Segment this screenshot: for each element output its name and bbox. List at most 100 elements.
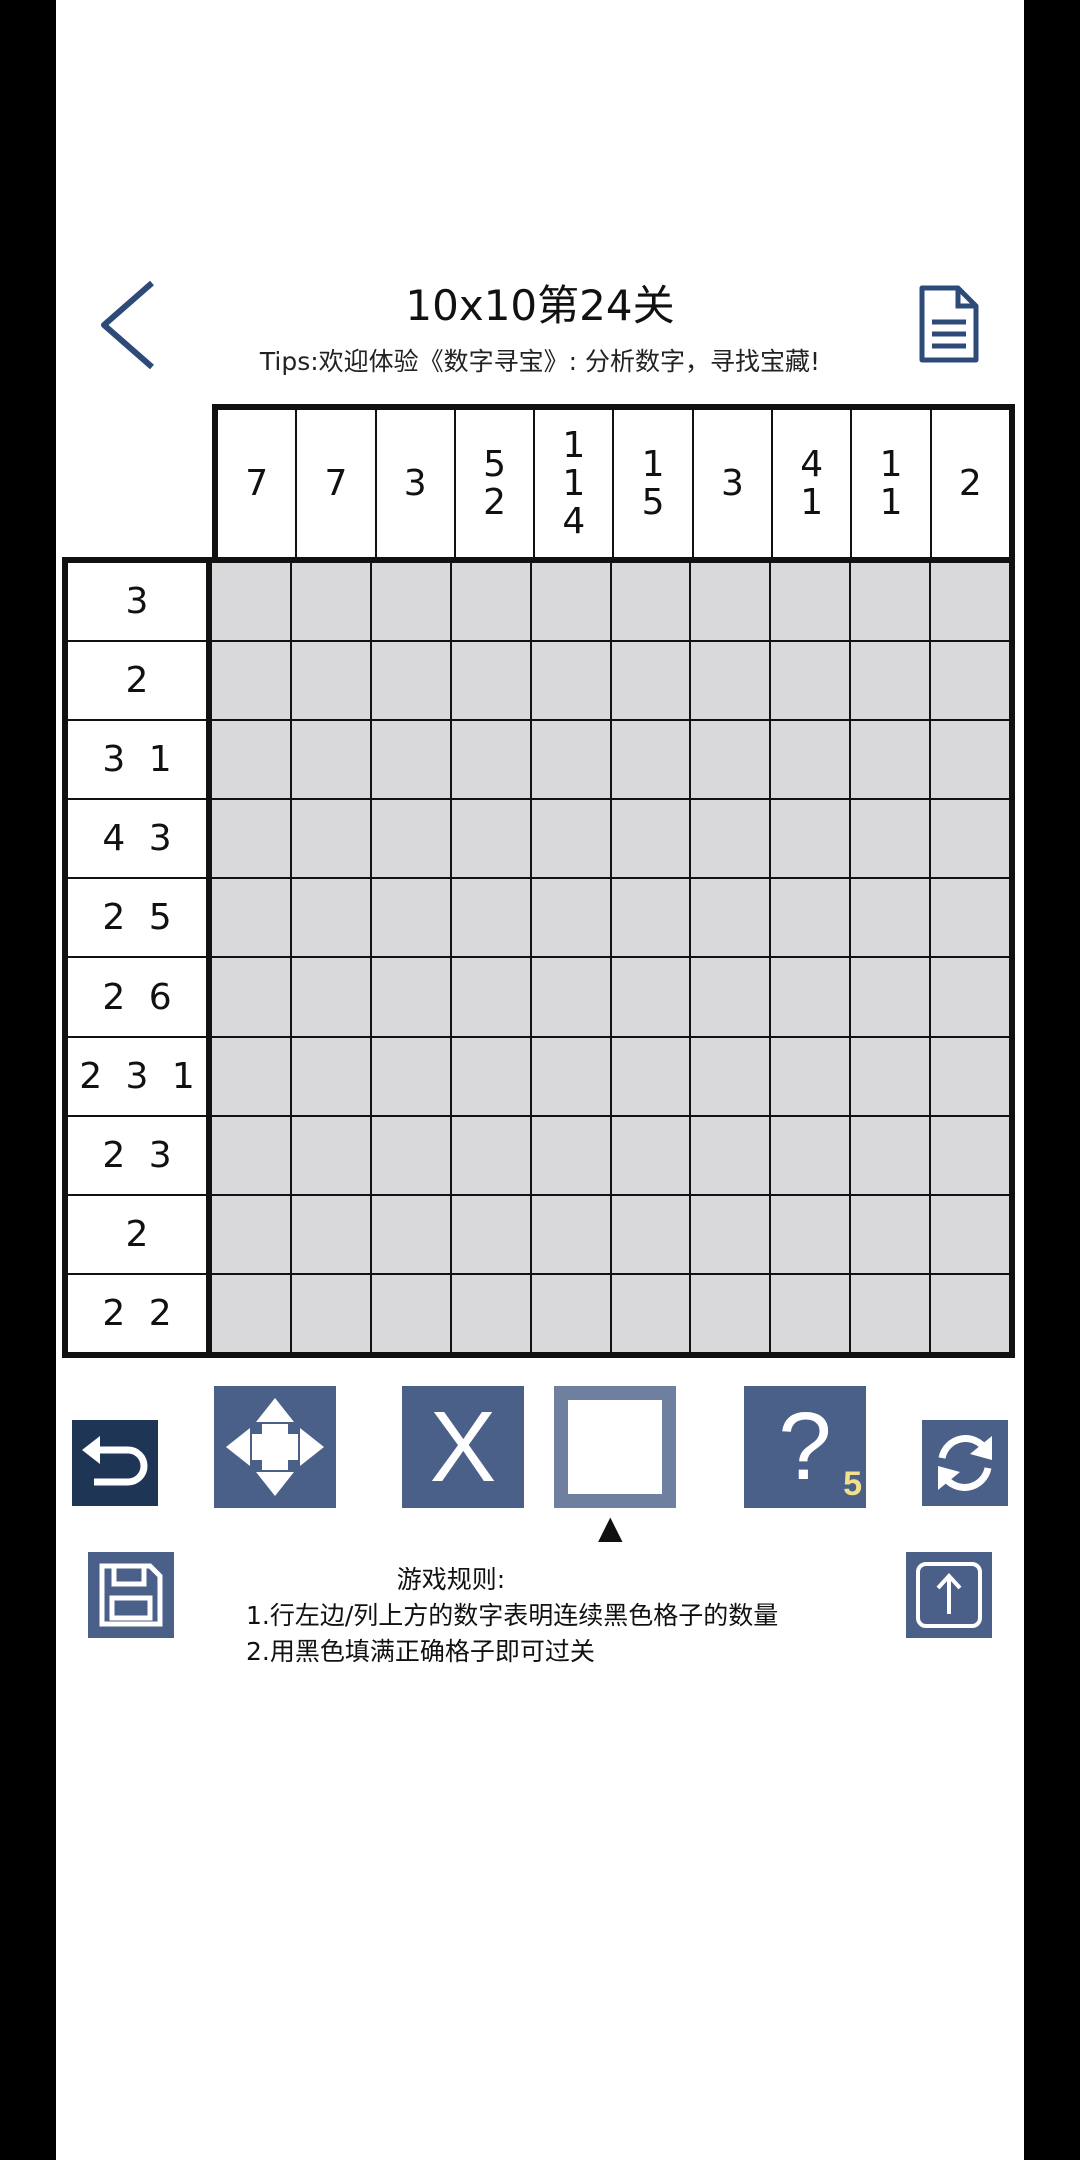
grid-cell[interactable] bbox=[771, 1195, 850, 1273]
grid-cell[interactable] bbox=[371, 958, 450, 1036]
grid-cell[interactable] bbox=[212, 1037, 290, 1115]
document-button[interactable] bbox=[916, 282, 982, 366]
grid-cell[interactable] bbox=[931, 958, 1009, 1036]
grid-cell[interactable] bbox=[451, 800, 530, 878]
grid-cell[interactable] bbox=[451, 879, 530, 957]
grid-cell[interactable] bbox=[291, 642, 370, 720]
grid-cell[interactable] bbox=[531, 642, 610, 720]
grid-cell[interactable] bbox=[771, 1037, 850, 1115]
grid-cell[interactable] bbox=[931, 1195, 1009, 1273]
grid-cell[interactable] bbox=[531, 1116, 610, 1194]
grid-cell[interactable] bbox=[611, 721, 690, 799]
grid-cell[interactable] bbox=[371, 721, 450, 799]
grid-cell[interactable] bbox=[931, 800, 1009, 878]
grid-cell[interactable] bbox=[691, 1274, 770, 1352]
grid-cell[interactable] bbox=[771, 879, 850, 957]
grid-cell[interactable] bbox=[851, 958, 930, 1036]
grid-cell[interactable] bbox=[611, 800, 690, 878]
grid-cell[interactable] bbox=[691, 958, 770, 1036]
grid-cell[interactable] bbox=[771, 1116, 850, 1194]
hint-button[interactable]: ? 5 bbox=[744, 1386, 866, 1508]
grid-cell[interactable] bbox=[291, 721, 370, 799]
grid-cell[interactable] bbox=[371, 879, 450, 957]
grid-cell[interactable] bbox=[212, 1116, 290, 1194]
grid-cell[interactable] bbox=[531, 1195, 610, 1273]
grid-cell[interactable] bbox=[931, 721, 1009, 799]
grid-cell[interactable] bbox=[851, 563, 930, 641]
grid-cell[interactable] bbox=[291, 563, 370, 641]
grid-cell[interactable] bbox=[771, 1274, 850, 1352]
grid-cell[interactable] bbox=[611, 563, 690, 641]
grid-cell[interactable] bbox=[291, 958, 370, 1036]
grid-cell[interactable] bbox=[212, 721, 290, 799]
grid-cell[interactable] bbox=[851, 1037, 930, 1115]
grid-cell[interactable] bbox=[691, 800, 770, 878]
grid-cell[interactable] bbox=[691, 642, 770, 720]
grid-cell[interactable] bbox=[691, 1195, 770, 1273]
mark-x-button[interactable]: X bbox=[402, 1386, 524, 1508]
grid-cell[interactable] bbox=[771, 642, 850, 720]
grid-cell[interactable] bbox=[531, 1037, 610, 1115]
grid-cell[interactable] bbox=[611, 958, 690, 1036]
grid-cell[interactable] bbox=[611, 1037, 690, 1115]
grid-cell[interactable] bbox=[212, 958, 290, 1036]
grid-cell[interactable] bbox=[851, 1116, 930, 1194]
undo-button[interactable] bbox=[72, 1420, 158, 1506]
grid-cell[interactable] bbox=[451, 958, 530, 1036]
grid-cell[interactable] bbox=[212, 1195, 290, 1273]
grid-cell[interactable] bbox=[451, 1037, 530, 1115]
grid-cell[interactable] bbox=[691, 1116, 770, 1194]
grid-cell[interactable] bbox=[531, 563, 610, 641]
grid-cell[interactable] bbox=[531, 800, 610, 878]
grid-cell[interactable] bbox=[691, 1037, 770, 1115]
grid-cell[interactable] bbox=[212, 642, 290, 720]
grid-cell[interactable] bbox=[531, 879, 610, 957]
grid-cell[interactable] bbox=[371, 1116, 450, 1194]
grid-cell[interactable] bbox=[291, 1195, 370, 1273]
grid-cell[interactable] bbox=[212, 563, 290, 641]
grid-cell[interactable] bbox=[851, 1195, 930, 1273]
grid-cell[interactable] bbox=[851, 642, 930, 720]
grid-cell[interactable] bbox=[291, 879, 370, 957]
grid-cell[interactable] bbox=[931, 1274, 1009, 1352]
grid-cell[interactable] bbox=[291, 800, 370, 878]
share-button[interactable] bbox=[906, 1552, 992, 1638]
grid-cell[interactable] bbox=[691, 879, 770, 957]
grid-cell[interactable] bbox=[851, 1274, 930, 1352]
grid-cell[interactable] bbox=[771, 800, 850, 878]
grid-cell[interactable] bbox=[371, 1274, 450, 1352]
grid-cell[interactable] bbox=[291, 1116, 370, 1194]
grid-cell[interactable] bbox=[212, 879, 290, 957]
grid-cell[interactable] bbox=[451, 1274, 530, 1352]
move-tool-button[interactable] bbox=[214, 1386, 336, 1508]
grid-cell[interactable] bbox=[371, 563, 450, 641]
grid-cell[interactable] bbox=[931, 1037, 1009, 1115]
grid-cell[interactable] bbox=[931, 1116, 1009, 1194]
grid-cell[interactable] bbox=[851, 800, 930, 878]
grid-cell[interactable] bbox=[291, 1274, 370, 1352]
grid-cell[interactable] bbox=[451, 563, 530, 641]
grid-cell[interactable] bbox=[291, 1037, 370, 1115]
grid-cell[interactable] bbox=[451, 721, 530, 799]
grid-cell[interactable] bbox=[771, 958, 850, 1036]
grid-cell[interactable] bbox=[611, 1195, 690, 1273]
grid-cell[interactable] bbox=[212, 800, 290, 878]
grid-cell[interactable] bbox=[931, 642, 1009, 720]
grid-cell[interactable] bbox=[371, 800, 450, 878]
grid-cell[interactable] bbox=[531, 958, 610, 1036]
grid-cell[interactable] bbox=[531, 721, 610, 799]
grid-cell[interactable] bbox=[691, 721, 770, 799]
save-button[interactable] bbox=[88, 1552, 174, 1638]
grid-cell[interactable] bbox=[371, 1037, 450, 1115]
grid-cell[interactable] bbox=[931, 879, 1009, 957]
grid-cell[interactable] bbox=[851, 721, 930, 799]
grid-cell[interactable] bbox=[451, 642, 530, 720]
grid-cell[interactable] bbox=[771, 563, 850, 641]
grid-cell[interactable] bbox=[212, 1274, 290, 1352]
grid-cell[interactable] bbox=[611, 1116, 690, 1194]
grid-cell[interactable] bbox=[851, 879, 930, 957]
grid-cell[interactable] bbox=[371, 642, 450, 720]
grid-cell[interactable] bbox=[451, 1116, 530, 1194]
grid-cell[interactable] bbox=[771, 721, 850, 799]
grid-cell[interactable] bbox=[611, 1274, 690, 1352]
